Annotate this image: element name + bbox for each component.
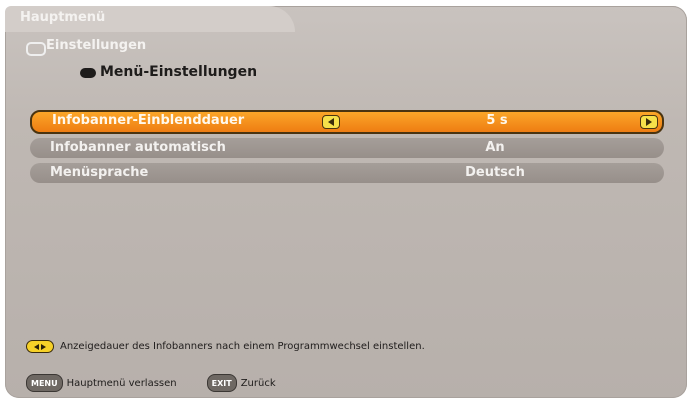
- help-hint: Anzeigedauer des Infobanners nach einem …: [26, 340, 425, 353]
- back-arrow-icon: [26, 42, 46, 56]
- setting-value: 5 s: [486, 113, 508, 128]
- page-title: Menü-Einstellungen: [100, 64, 258, 80]
- menu-key-label: Hauptmenü verlassen: [66, 377, 177, 389]
- setting-label: Menüsprache: [50, 165, 149, 180]
- setting-row-infobanner-automatisch[interactable]: Infobanner automatisch An: [30, 138, 664, 158]
- exit-key-label: Zurück: [240, 377, 276, 389]
- exit-key-icon: EXIT: [206, 374, 237, 392]
- setting-label: Infobanner automatisch: [50, 140, 226, 155]
- increase-arrow-icon[interactable]: [640, 115, 658, 129]
- enter-arrow-icon: [80, 68, 96, 78]
- back-action[interactable]: EXIT Zurück: [206, 374, 276, 392]
- settings-list: Infobanner-Einblenddauer 5 s Infobanner …: [30, 110, 664, 188]
- setting-label: Infobanner-Einblenddauer: [52, 113, 245, 128]
- breadcrumb-einstellungen: Einstellungen: [46, 38, 147, 53]
- menu-key-icon: MENU: [26, 374, 63, 392]
- help-text: Anzeigedauer des Infobanners nach einem …: [60, 341, 425, 352]
- setting-value: An: [485, 140, 505, 155]
- setting-row-infobanner-einblenddauer[interactable]: Infobanner-Einblenddauer 5 s: [30, 110, 664, 134]
- footer-bar: MENU Hauptmenü verlassen EXIT Zurück: [26, 374, 306, 392]
- setting-row-menuesprache[interactable]: Menüsprache Deutsch: [30, 163, 664, 183]
- decrease-arrow-icon[interactable]: [322, 115, 340, 129]
- menu-exit-action[interactable]: MENU Hauptmenü verlassen: [26, 374, 177, 392]
- setting-value: Deutsch: [465, 165, 525, 180]
- left-right-arrows-icon: [26, 340, 54, 353]
- breadcrumb-hauptmenue: Hauptmenü: [20, 10, 106, 25]
